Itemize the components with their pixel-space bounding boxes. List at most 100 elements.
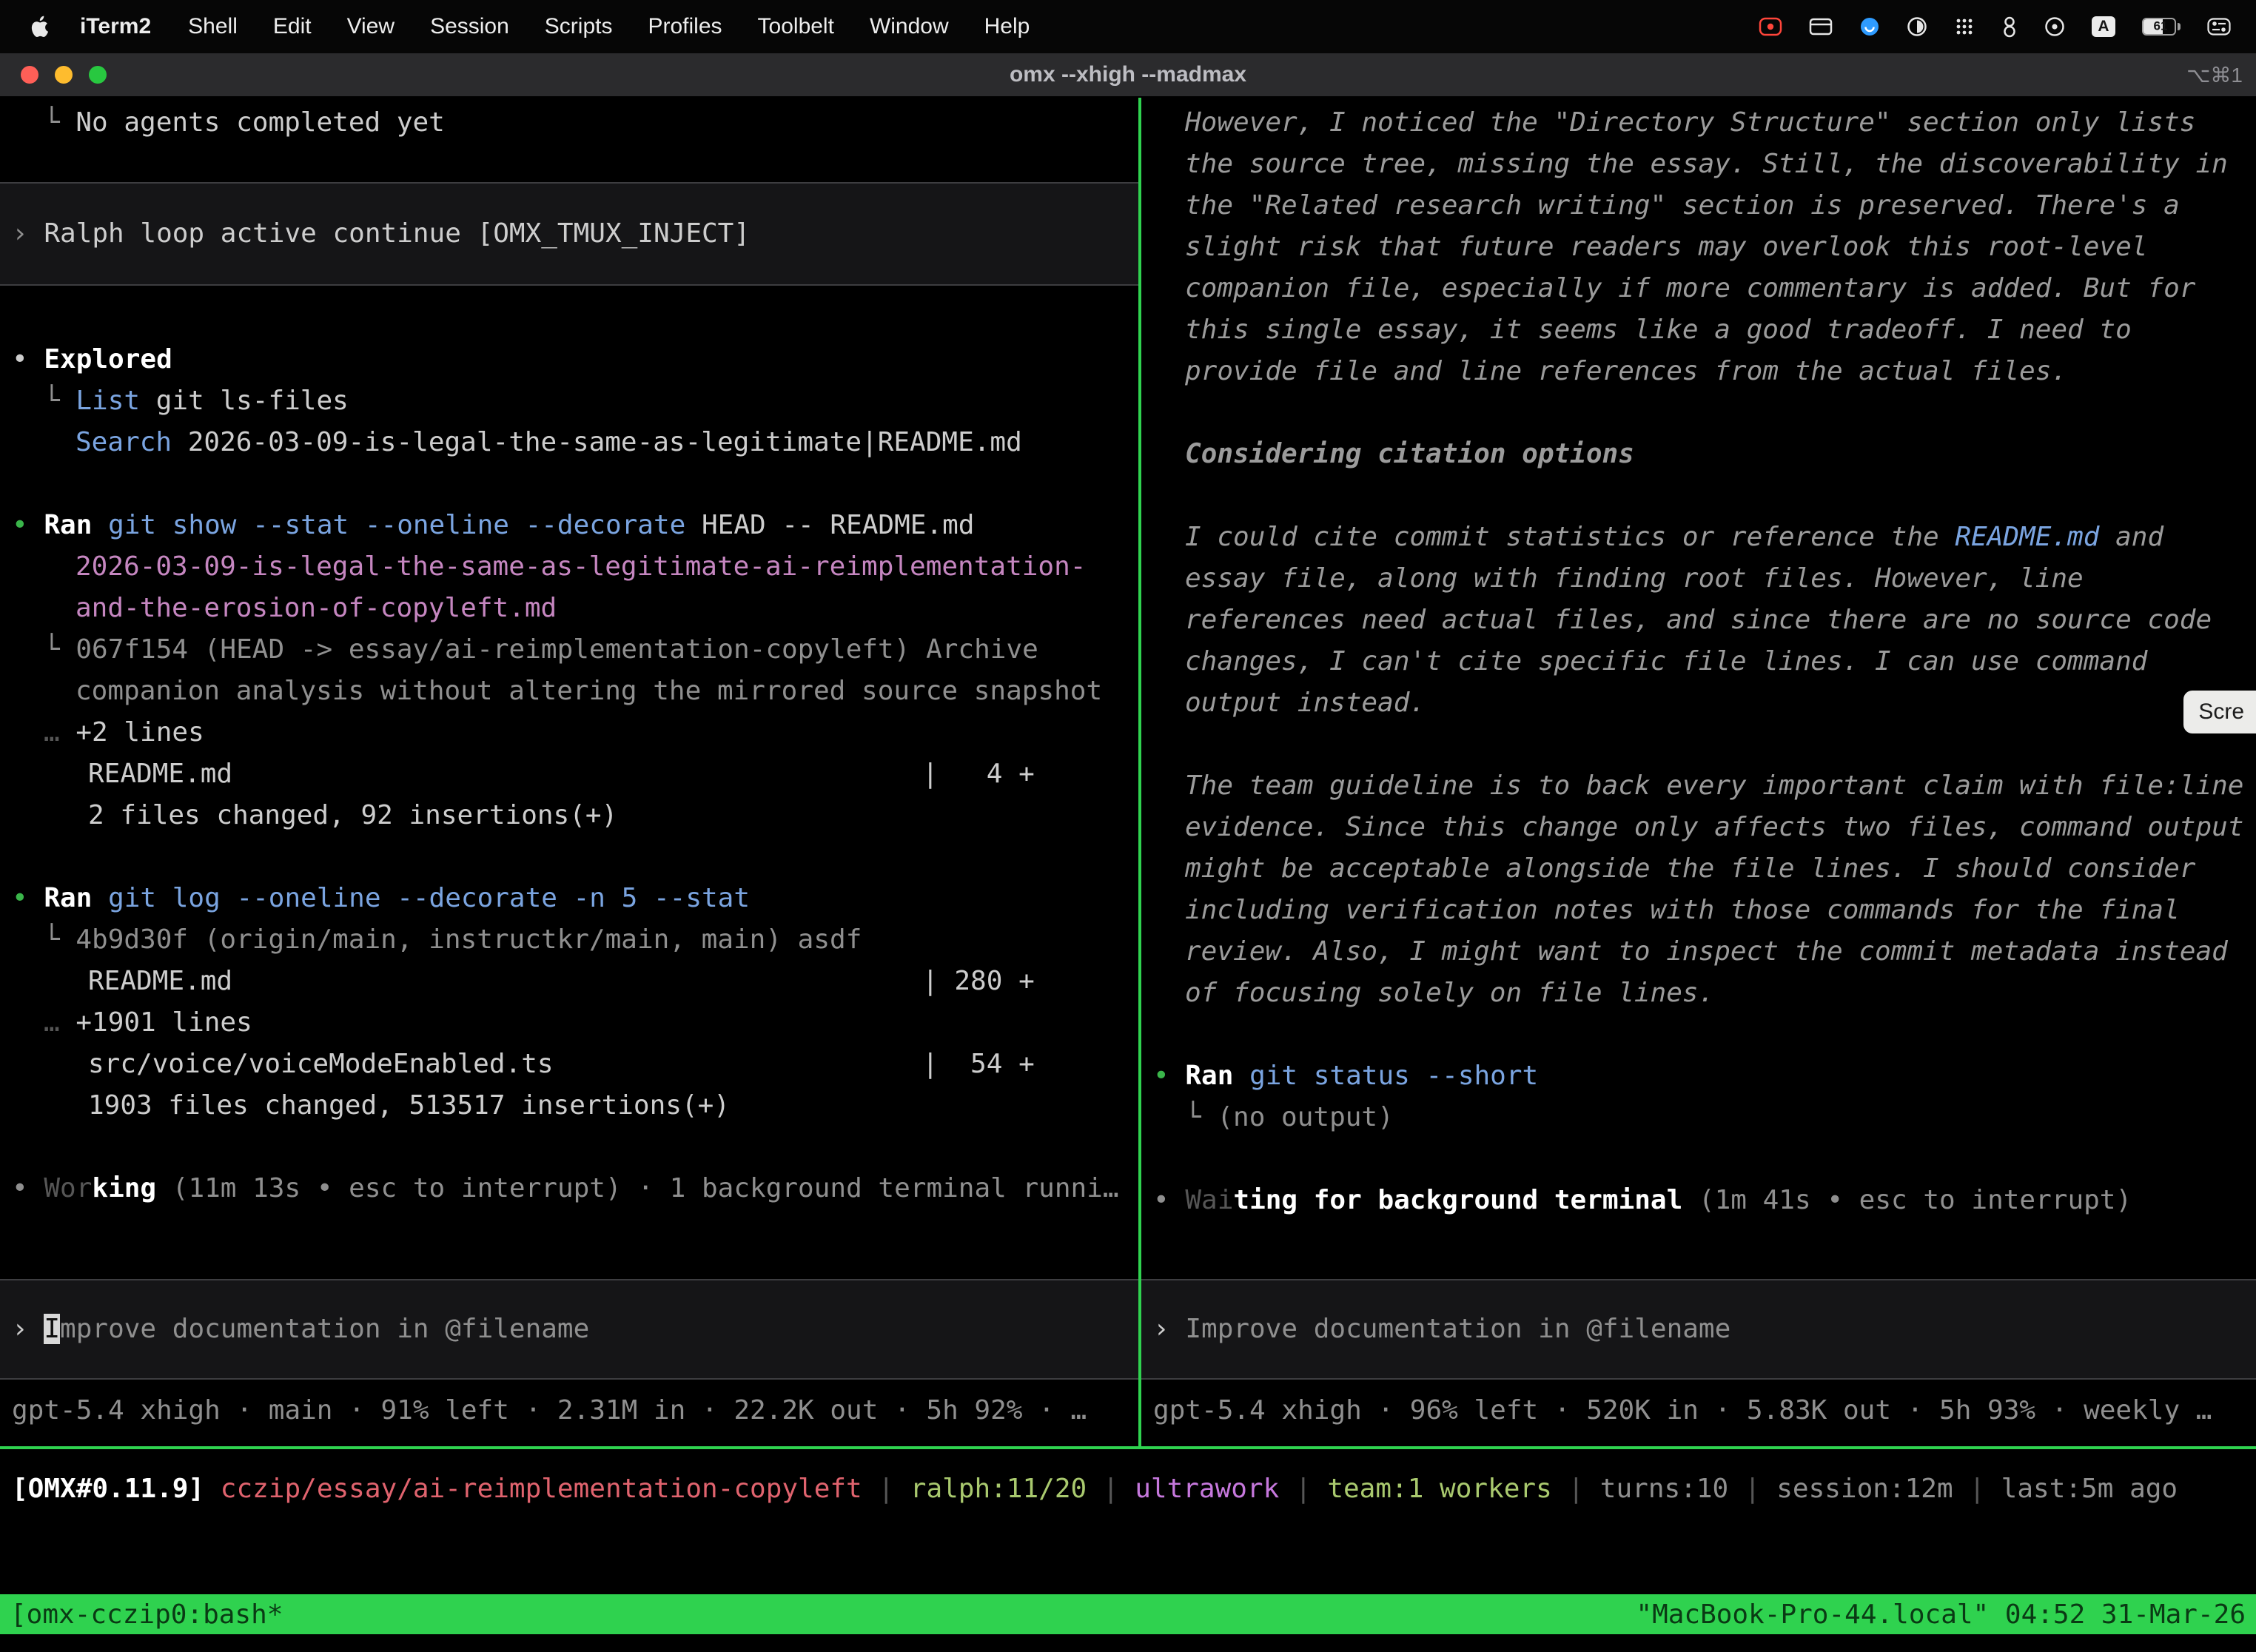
stat-file-text: README.md | 4 +: [88, 759, 1035, 789]
apple-menu-icon[interactable]: [30, 16, 49, 38]
omx-branch: cczip/essay/ai-reimplementation-copyleft: [221, 1474, 862, 1504]
left-pane[interactable]: └ No agents completed yet › Ralph loop a…: [0, 98, 1138, 1446]
traffic-lights: [0, 66, 107, 84]
log-stat-file-line-1: README.md | 280 +: [0, 961, 1138, 1002]
thinking-paragraph-2: I could cite commit statistics or refere…: [1141, 517, 2256, 724]
window-title: omx --xhigh --madmax: [1010, 62, 1246, 87]
tree-branch-glyph: └: [44, 107, 75, 138]
essay-filename-line-2: and-the-erosion-of-copyleft.md: [0, 588, 1138, 629]
menu-item-edit[interactable]: Edit: [255, 14, 329, 39]
right-model-status-line: gpt-5.4 xhigh · 96% left · 520K in · 5.8…: [1141, 1390, 2256, 1431]
right-prompt-line[interactable]: › Improve documentation in @filename: [1141, 1309, 2256, 1350]
separator: |: [1953, 1474, 2001, 1504]
menu-item-help[interactable]: Help: [967, 14, 1048, 39]
left-prompt-box[interactable]: › Improve documentation in @filename: [0, 1279, 1138, 1380]
thinking-heading: Considering citation options: [1185, 439, 1634, 469]
bullet-glyph: •: [12, 1173, 44, 1203]
stat-file-text: src/voice/voiceModeEnabled.ts | 54 +: [88, 1049, 1035, 1079]
show-more-line: … +2 lines: [0, 712, 1138, 753]
prompt-chevron-glyph: ›: [12, 1314, 44, 1344]
menu-bar: iTerm2 Shell Edit View Session Scripts P…: [0, 0, 2256, 53]
screen-share-tooltip[interactable]: Scre: [2183, 691, 2256, 733]
omx-status-pane: [OMX#0.11.9] cczip/essay/ai-reimplementa…: [0, 1449, 2256, 1594]
menu-item-session[interactable]: Session: [412, 14, 527, 39]
left-model-status-line: gpt-5.4 xhigh · main · 91% left · 2.31M …: [0, 1390, 1138, 1431]
git-status-output-line: └ (no output): [1141, 1097, 2256, 1138]
minimize-button[interactable]: [55, 66, 73, 84]
agents-note-line: └ No agents completed yet: [0, 102, 1138, 144]
dot-grid-icon[interactable]: [1954, 16, 1975, 37]
stat-file-text: README.md | 280 +: [88, 966, 1035, 996]
prompt-text: mprove documentation in @filename: [60, 1314, 589, 1344]
tree-branch-glyph: └: [44, 386, 75, 416]
readme-link[interactable]: README.md: [1955, 522, 2099, 552]
battery-tip: [2178, 23, 2181, 30]
disc-app-icon[interactable]: [1907, 16, 1927, 37]
menu-item-iterm2[interactable]: iTerm2: [61, 14, 170, 39]
prompt-chevron-glyph: ›: [1153, 1314, 1185, 1344]
input-source-icon[interactable]: A: [2092, 16, 2115, 37]
waiting-detail: (1m 41s • esc to interrupt): [1682, 1185, 2132, 1215]
tmux-session-name[interactable]: [omx-cczip0:bash*: [10, 1599, 283, 1630]
working-shimmer-bright: king: [92, 1173, 156, 1203]
ran-label: Ran: [44, 883, 92, 913]
menu-item-window[interactable]: Window: [852, 14, 967, 39]
explored-line: • Explored: [0, 339, 1138, 380]
left-prompt-line[interactable]: › Improve documentation in @filename: [0, 1309, 1138, 1350]
thinking-text: The team guideline is to back every impo…: [1185, 770, 2243, 1008]
bullet-glyph: •: [12, 344, 44, 375]
separator: |: [1087, 1474, 1135, 1504]
battery-icon[interactable]: 61: [2142, 18, 2181, 36]
text-cursor: I: [44, 1314, 60, 1344]
model-status-text: gpt-5.4 xhigh · 96% left · 520K in · 5.8…: [1153, 1395, 2212, 1426]
log-more-line: … +1901 lines: [0, 1002, 1138, 1044]
ran-label: Ran: [1185, 1061, 1233, 1091]
list-action: List: [75, 386, 140, 416]
thinking-heading-line: Considering citation options: [1141, 434, 2256, 475]
show-stat-file-line: README.md | 4 +: [0, 753, 1138, 795]
explored-label: Explored: [44, 344, 172, 375]
more-lines-text: +2 lines: [75, 717, 204, 748]
menu-item-view[interactable]: View: [329, 14, 412, 39]
menu-item-profiles[interactable]: Profiles: [630, 14, 739, 39]
thinking-text: I could cite commit statistics or refere…: [1185, 522, 1955, 552]
waiting-shimmer-dim: Wai: [1185, 1185, 1233, 1215]
no-output-text: (no output): [1217, 1102, 1393, 1132]
omx-version: [OMX#0.11.9]: [12, 1474, 204, 1504]
control-center-icon[interactable]: [2207, 18, 2231, 36]
log-stat-file-line-2: src/voice/voiceModeEnabled.ts | 54 +: [0, 1044, 1138, 1085]
thinking-paragraph-3: The team guideline is to back every impo…: [1141, 765, 2256, 1014]
right-pane[interactable]: However, I noticed the "Directory Struct…: [1141, 98, 2256, 1446]
bullet-glyph: •: [1153, 1185, 1185, 1215]
essay-filename-part-1: 2026-03-09-is-legal-the-same-as-legitima…: [75, 551, 1086, 582]
title-bar: omx --xhigh --madmax ⌥⌘1: [0, 53, 2256, 98]
right-prompt-box[interactable]: › Improve documentation in @filename: [1141, 1279, 2256, 1380]
circle-dot-icon[interactable]: [2044, 16, 2065, 37]
screen-recording-icon[interactable]: [1759, 17, 1782, 36]
stacked-circles-icon[interactable]: [2001, 16, 2018, 38]
working-detail: (11m 13s • esc to interrupt): [156, 1173, 622, 1203]
menu-item-shell[interactable]: Shell: [170, 14, 255, 39]
blue-app-icon[interactable]: [1859, 16, 1880, 37]
window-manager-icon[interactable]: [1809, 17, 1833, 36]
close-button[interactable]: [21, 66, 38, 84]
show-stat-summary-line: 2 files changed, 92 insertions(+): [0, 795, 1138, 836]
ralph-banner-tag: [OMX_TMUX_INJECT]: [477, 218, 750, 249]
zoom-button[interactable]: [89, 66, 107, 84]
battery-body: 61: [2142, 18, 2176, 36]
waiting-status-line: • Waiting for background terminal (1m 41…: [1141, 1180, 2256, 1221]
working-status-line: • Working (11m 13s • esc to interrupt) ·…: [0, 1168, 1138, 1209]
essay-filename-part-2: and-the-erosion-of-copyleft.md: [75, 593, 557, 623]
menu-item-scripts[interactable]: Scripts: [527, 14, 631, 39]
commit-message-part-1: 067f154 (HEAD -> essay/ai-reimplementati…: [75, 634, 1038, 665]
ralph-banner-line: › Ralph loop active continue [OMX_TMUX_I…: [0, 213, 1138, 255]
thinking-text: However, I noticed the "Directory Struct…: [1185, 107, 2228, 386]
list-args: git ls-files: [140, 386, 349, 416]
bullet-glyph: •: [12, 883, 44, 913]
log-commit-line: └ 4b9d30f (origin/main, instructkr/main,…: [0, 919, 1138, 961]
tmux-host-clock: "MacBook-Pro-44.local" 04:52 31-Mar-26: [1636, 1599, 2246, 1630]
menu-item-toolbelt[interactable]: Toolbelt: [740, 14, 852, 39]
separator: |: [1279, 1474, 1327, 1504]
separator: |: [1728, 1474, 1776, 1504]
ellipsis-glyph: …: [44, 717, 75, 748]
